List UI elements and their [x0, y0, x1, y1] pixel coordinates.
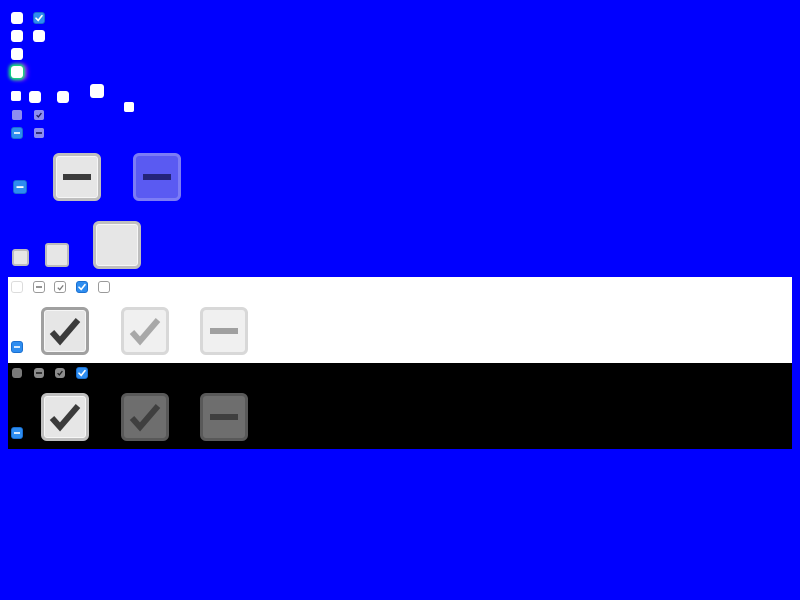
checkbox-disabled-mixed: [33, 281, 45, 293]
checkbox-unchecked[interactable]: [98, 281, 110, 293]
checkbox-disabled-mixed: [34, 128, 44, 138]
check-icon: [57, 370, 63, 376]
checkbox-mixed[interactable]: [13, 180, 27, 194]
check-icon: [129, 318, 161, 346]
checkbox-mixed[interactable]: [11, 427, 23, 439]
checkbox-checked[interactable]: [76, 367, 88, 379]
check-icon: [78, 283, 86, 291]
dash-icon: [36, 132, 42, 134]
check-icon: [78, 369, 86, 377]
dash-icon: [36, 372, 42, 374]
dash-icon: [143, 174, 171, 180]
checkbox-checked-large[interactable]: [41, 393, 89, 441]
checkbox-mixed[interactable]: [11, 341, 23, 353]
checkbox-unchecked[interactable]: [90, 84, 104, 98]
checkbox-unchecked[interactable]: [33, 30, 45, 42]
checkbox-checked-large[interactable]: [41, 307, 89, 355]
checkbox-unchecked[interactable]: [11, 12, 23, 24]
dash-icon: [36, 286, 42, 288]
checkbox-unchecked-small[interactable]: [12, 249, 29, 266]
check-icon: [36, 112, 42, 118]
checkbox-unchecked[interactable]: [57, 91, 69, 103]
checkbox-disabled-checked: [54, 281, 66, 293]
checkbox-disabled-mixed: [34, 368, 44, 378]
checkbox-unchecked-medium[interactable]: [45, 243, 69, 267]
dash-icon: [14, 432, 20, 434]
checkbox-disabled-checked-large: [121, 307, 169, 355]
dash-icon: [63, 174, 91, 180]
checkbox-unchecked[interactable]: [11, 48, 23, 60]
check-icon: [56, 284, 64, 291]
dash-icon: [14, 346, 20, 348]
checkbox-disabled-unchecked: [12, 368, 22, 378]
checkbox-disabled-checked: [34, 110, 44, 120]
checkbox-unchecked[interactable]: [11, 30, 23, 42]
checkbox-disabled-checked: [55, 368, 65, 378]
checkbox-unchecked[interactable]: [29, 91, 41, 103]
checkbox-unchecked[interactable]: [11, 91, 21, 101]
dash-icon: [210, 414, 238, 420]
checkbox-mixed-large-disabled: [133, 153, 181, 201]
check-icon: [49, 404, 81, 432]
checkbox-disabled-unchecked: [11, 281, 23, 293]
checkbox-disabled-mixed-large: [200, 393, 248, 441]
checkbox-checked[interactable]: [33, 12, 45, 24]
dash-icon: [210, 328, 238, 334]
checkbox-unchecked-large[interactable]: [93, 221, 141, 269]
check-icon: [49, 318, 81, 346]
dash-icon: [16, 186, 24, 188]
checkbox-disabled-mixed-large: [200, 307, 248, 355]
checkbox-mixed[interactable]: [11, 127, 23, 139]
checkbox-mixed-large[interactable]: [53, 153, 101, 201]
checkbox-checked[interactable]: [76, 281, 88, 293]
dash-icon: [14, 132, 20, 134]
checkbox-unchecked[interactable]: [124, 102, 134, 112]
checkbox-focused[interactable]: [11, 66, 23, 78]
check-icon: [35, 14, 43, 22]
check-icon: [129, 404, 161, 432]
checkbox-disabled-checked-large: [121, 393, 169, 441]
checkbox-disabled-unchecked: [12, 110, 22, 120]
